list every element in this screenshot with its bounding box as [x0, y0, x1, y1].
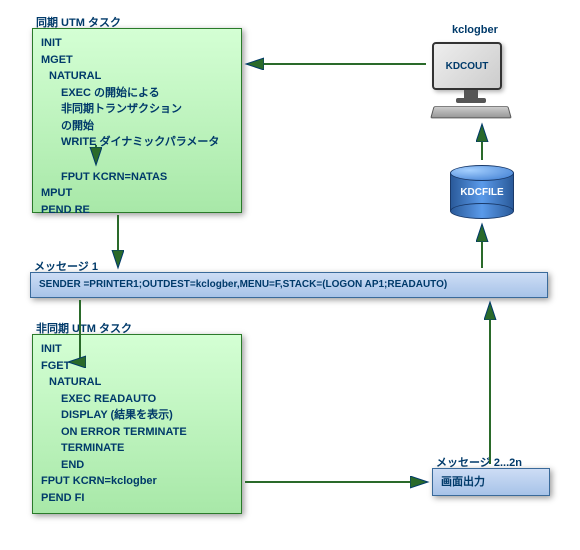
- sync-task-box: INIT MGET NATURAL EXEC の開始による 非同期トランザクショ…: [32, 28, 242, 213]
- async-l1: INIT: [41, 341, 233, 358]
- async-l8: END: [61, 457, 233, 474]
- async-l5: DISPLAY (結果を表示): [61, 407, 233, 424]
- msg2-box: 画面出力: [432, 468, 550, 496]
- async-l2: FGET: [41, 358, 233, 375]
- terminal-screen-label: KDCOUT: [432, 42, 502, 90]
- sync-l7: WRITE ダイナミックパラメータ: [61, 134, 233, 151]
- sync-l3: NATURAL: [49, 68, 233, 85]
- sync-l4: EXEC の開始による: [61, 85, 233, 102]
- async-l7: TERMINATE: [61, 440, 233, 457]
- sync-l6: の開始: [61, 118, 233, 135]
- msg2-text: 画面出力: [441, 474, 485, 491]
- kdcfile-label: KDCFILE: [450, 187, 514, 198]
- sync-l8: FPUT KCRN=NATAS: [61, 169, 233, 186]
- sync-l10: PEND RE: [41, 202, 233, 219]
- sync-l9: MPUT: [41, 185, 233, 202]
- async-l10: PEND FI: [41, 490, 233, 507]
- sync-l2: MGET: [41, 52, 233, 69]
- msg1-text: SENDER =PRINTER1;OUTDEST=kclogber,MENU=F…: [39, 279, 447, 290]
- sync-l5: 非同期トランザクション: [61, 101, 233, 118]
- terminal-label: kclogber: [452, 24, 498, 36]
- sync-l1: INIT: [41, 35, 233, 52]
- terminal-icon: KDCOUT: [432, 42, 510, 119]
- async-l3: NATURAL: [49, 374, 233, 391]
- async-l9: FPUT KCRN=kclogber: [41, 473, 233, 490]
- async-l6: ON ERROR TERMINATE: [61, 424, 233, 441]
- async-l4: EXEC READAUTO: [61, 391, 233, 408]
- msg1-box: SENDER =PRINTER1;OUTDEST=kclogber,MENU=F…: [30, 272, 548, 298]
- async-task-box: INIT FGET NATURAL EXEC READAUTO DISPLAY …: [32, 334, 242, 514]
- kdcfile-cylinder: KDCFILE: [450, 165, 514, 219]
